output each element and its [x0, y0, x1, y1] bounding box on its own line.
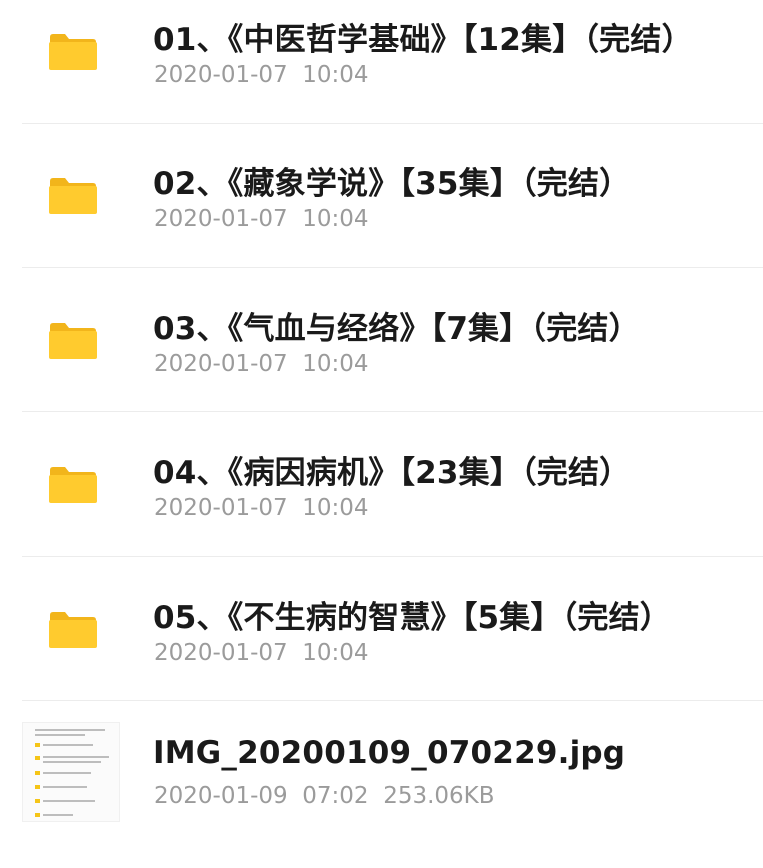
file-date-size: 2020-01-09 07:02 253.06KB — [154, 783, 495, 809]
divider — [22, 411, 763, 412]
list-item-folder[interactable]: 03、《气血与经络》【7集】（完结） 2020-01-07 10:04 — [0, 289, 763, 434]
folder-icon — [49, 34, 97, 70]
folder-name: 01、《中医哲学基础》【12集】（完结） — [153, 22, 693, 58]
folder-name: 02、《藏象学说》【35集】（完结） — [153, 166, 631, 202]
folder-modified-date: 2020-01-07 10:04 — [154, 62, 369, 88]
folder-icon — [49, 612, 97, 648]
folder-modified-date: 2020-01-07 10:04 — [154, 351, 369, 377]
image-thumbnail[interactable] — [22, 722, 120, 822]
divider — [22, 556, 763, 557]
file-name: IMG_20200109_070229.jpg — [153, 735, 626, 771]
folder-modified-date: 2020-01-07 10:04 — [154, 495, 369, 521]
folder-modified-date: 2020-01-07 10:04 — [154, 206, 369, 232]
divider — [22, 700, 763, 701]
folder-modified-date: 2020-01-07 10:04 — [154, 640, 369, 666]
folder-name: 03、《气血与经络》【7集】（完结） — [153, 311, 640, 347]
list-item-folder[interactable]: 05、《不生病的智慧》【5集】（完结） 2020-01-07 10:04 — [0, 578, 763, 723]
divider — [22, 123, 763, 124]
folder-icon — [49, 467, 97, 503]
folder-icon — [49, 323, 97, 359]
folder-icon — [49, 178, 97, 214]
folder-name: 05、《不生病的智慧》【5集】（完结） — [153, 600, 672, 636]
folder-name: 04、《病因病机》【23集】（完结） — [153, 455, 631, 491]
file-list: 01、《中医哲学基础》【12集】（完结） 2020-01-07 10:04 02… — [0, 0, 763, 829]
divider — [22, 267, 763, 268]
